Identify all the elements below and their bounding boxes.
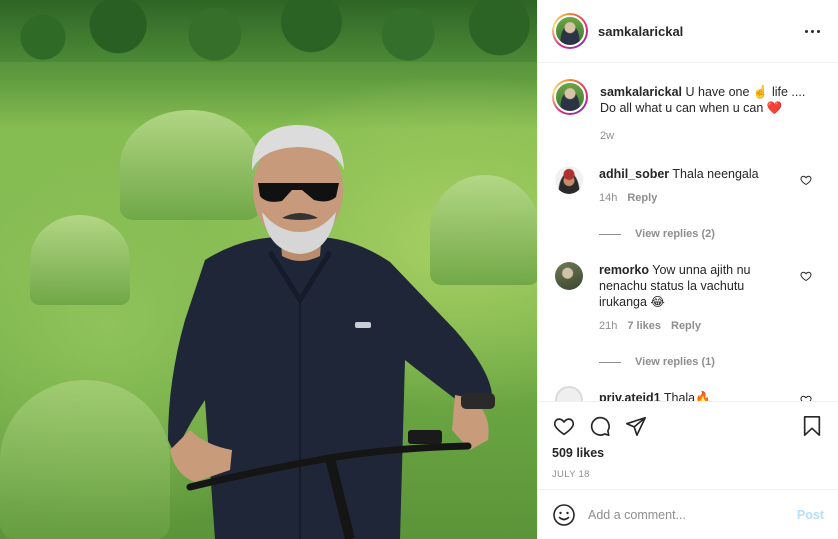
share-icon[interactable] — [624, 414, 648, 438]
comment-username[interactable]: priv.ateid1 — [599, 391, 661, 401]
caption-text-part-1: U have one — [685, 85, 753, 99]
post-viewer: samkalarickal samkalarickal U have one ☝… — [0, 0, 838, 539]
view-replies-label: View replies (1) — [635, 356, 715, 368]
author-avatar[interactable] — [552, 13, 588, 49]
comment-username[interactable]: remorko — [599, 263, 649, 277]
comment-likes-count[interactable]: 7 likes — [627, 318, 661, 334]
commenter-avatar[interactable] — [555, 262, 583, 290]
heart-icon[interactable] — [800, 270, 812, 282]
heart-icon[interactable] — [800, 174, 812, 186]
caption-timestamp: 2w — [600, 130, 615, 142]
more-horizontal-icon[interactable] — [800, 19, 824, 43]
comment-item: priv.ateid1 Thala🔥 — [552, 386, 824, 401]
comment-username[interactable]: adhil_sober — [599, 167, 669, 181]
red-heart-emoji: ❤️ — [766, 101, 783, 115]
divider-line — [599, 233, 621, 235]
view-replies-button[interactable]: View replies (1) — [599, 356, 824, 368]
commenter-avatar[interactable] — [555, 166, 583, 194]
emoji-icon[interactable] — [552, 503, 576, 527]
heart-icon[interactable] — [800, 394, 812, 401]
view-replies-label: View replies (2) — [635, 228, 715, 240]
reply-button[interactable]: Reply — [627, 190, 657, 206]
post-date[interactable]: JULY 18 — [552, 469, 824, 480]
caption-avatar[interactable] — [552, 79, 588, 115]
author-username[interactable]: samkalarickal — [598, 24, 800, 39]
comment-timestamp[interactable]: 14h — [599, 190, 617, 206]
post-sidebar: samkalarickal samkalarickal U have one ☝… — [537, 0, 838, 539]
post-comment-button[interactable]: Post — [797, 508, 824, 522]
bookmark-icon[interactable] — [800, 414, 824, 438]
comment-composer: Post — [538, 489, 838, 539]
comment-item: adhil_sober Thala neengala 14h Reply — [552, 166, 824, 206]
heart-icon[interactable] — [552, 414, 576, 438]
likes-count[interactable]: 509 likes — [552, 446, 824, 460]
comment-timestamp[interactable]: 21h — [599, 318, 617, 334]
comment-icon[interactable] — [588, 414, 612, 438]
view-replies-button[interactable]: View replies (2) — [599, 228, 824, 240]
reply-button[interactable]: Reply — [671, 318, 701, 334]
post-actions: 509 likes JULY 18 — [538, 401, 838, 489]
divider-line — [599, 361, 621, 363]
commenter-avatar[interactable] — [555, 386, 583, 401]
post-photo[interactable] — [0, 0, 537, 539]
comment-text: Thala🔥 — [663, 391, 711, 401]
man-on-bicycle-figure — [168, 124, 495, 539]
comment-item: remorko Yow unna ajith nu nenachu status… — [552, 262, 824, 334]
caption-username[interactable]: samkalarickal — [600, 85, 682, 99]
pointing-up-emoji: ☝️ — [752, 85, 769, 99]
post-header: samkalarickal — [538, 0, 838, 63]
caption: samkalarickal U have one ☝️ life .... Do… — [552, 79, 824, 144]
comment-text: Thala neengala — [672, 167, 759, 181]
comment-input[interactable] — [588, 507, 797, 522]
comments-list[interactable]: samkalarickal U have one ☝️ life .... Do… — [538, 63, 838, 401]
